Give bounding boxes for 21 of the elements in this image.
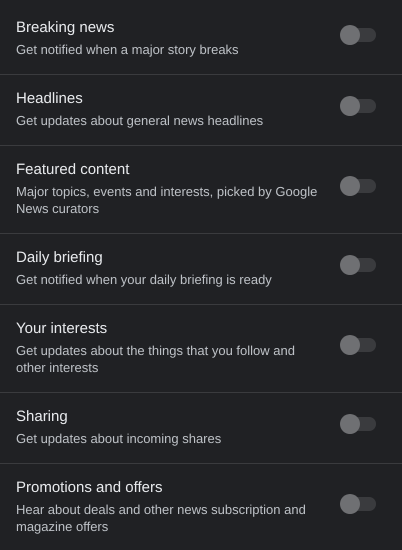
setting-title: Breaking news bbox=[16, 18, 116, 38]
setting-title: Daily briefing bbox=[16, 248, 104, 268]
setting-title: Your interests bbox=[16, 319, 108, 339]
toggle-switch[interactable] bbox=[342, 496, 376, 510]
setting-title: Featured content bbox=[16, 160, 130, 180]
toggle-switch[interactable] bbox=[342, 417, 376, 431]
setting-description: Get updates about the things that you follow and other interests bbox=[16, 342, 296, 376]
toggle-switch[interactable] bbox=[342, 338, 376, 352]
setting-description: Hear about deals and other news subscription and magazine offers bbox=[16, 501, 307, 535]
toggle-switch[interactable] bbox=[342, 28, 376, 42]
toggle-switch[interactable] bbox=[342, 99, 376, 113]
setting-description: Get notified when your daily briefing is ready bbox=[16, 271, 273, 288]
setting-description: Get updates about general news headlines bbox=[16, 112, 264, 129]
toggle-switch[interactable] bbox=[342, 258, 376, 272]
setting-description: Get updates about incoming shares bbox=[16, 430, 222, 447]
setting-description: Major topics, events and interests, picked by Google News curators bbox=[16, 183, 318, 217]
toggle-switch[interactable] bbox=[342, 178, 376, 192]
setting-title: Headlines bbox=[16, 89, 84, 109]
setting-title: Promotions and offers bbox=[16, 478, 164, 498]
setting-title: Sharing bbox=[16, 407, 69, 427]
setting-description: Get notified when a major story breaks bbox=[16, 41, 240, 58]
